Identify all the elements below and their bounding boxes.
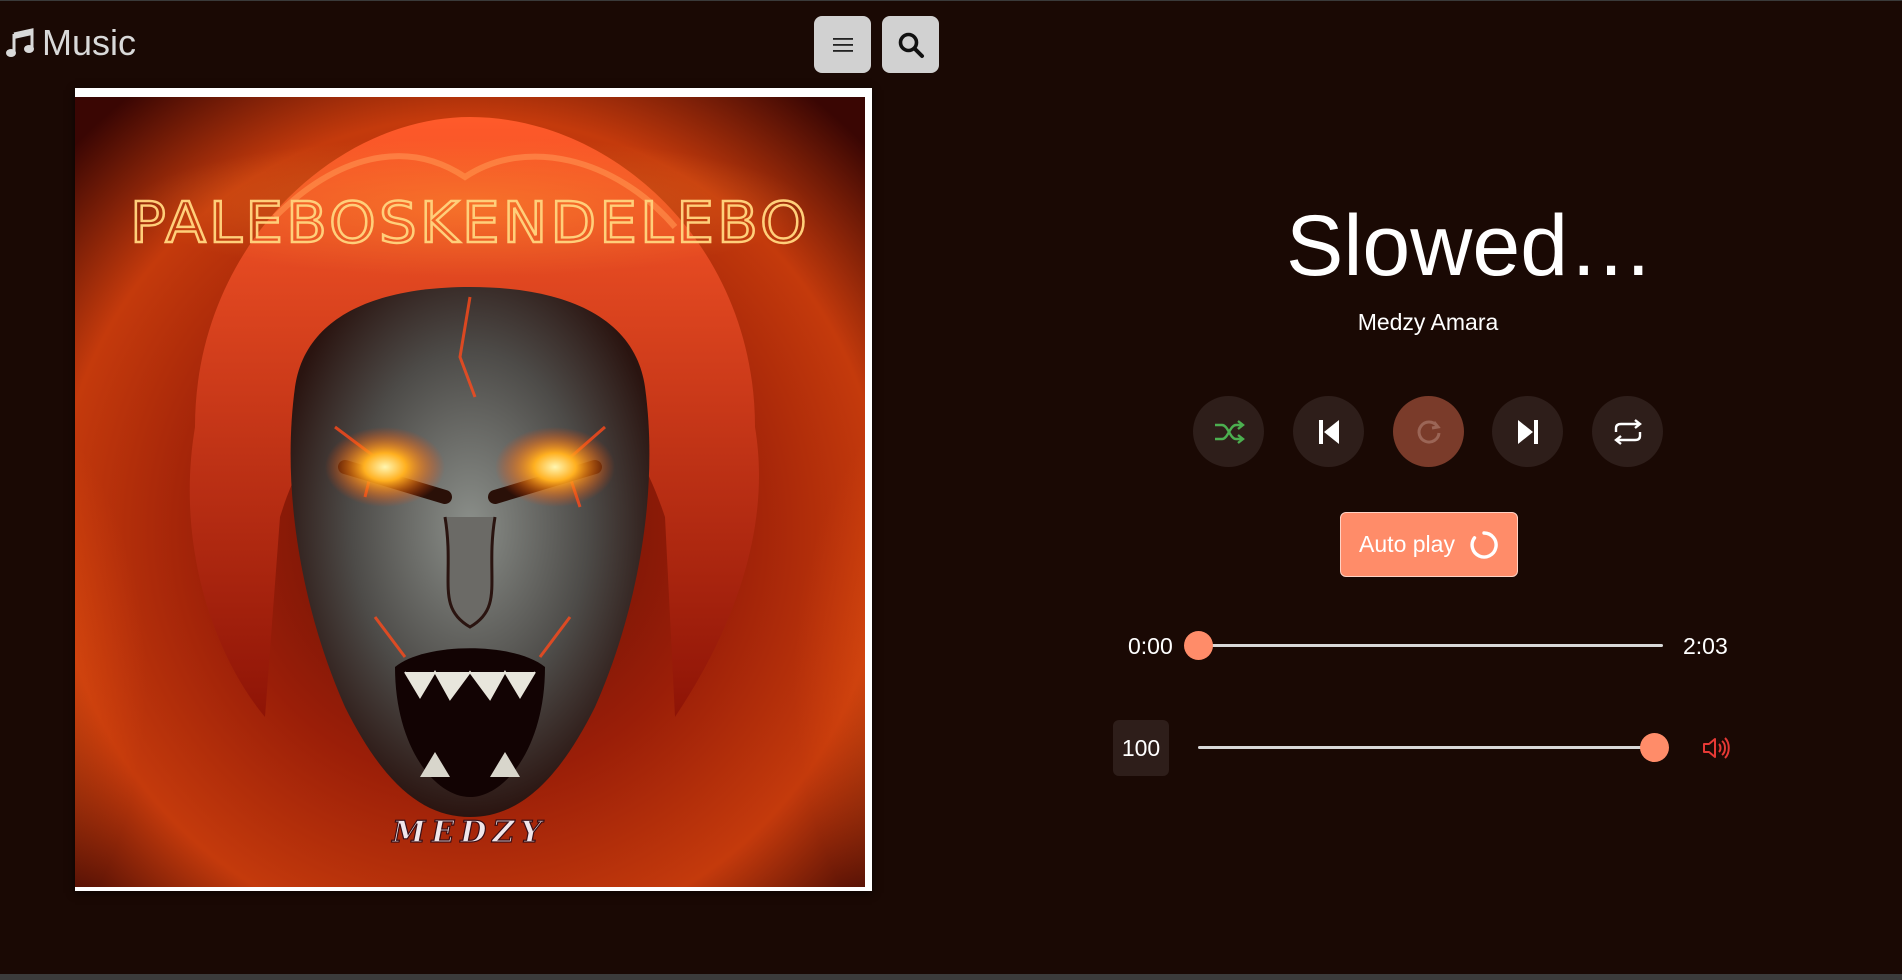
shuffle-button[interactable] [1193,396,1264,467]
previous-button[interactable] [1293,396,1364,467]
speaker-volume-icon[interactable] [1702,735,1730,761]
volume-slider-thumb[interactable] [1640,733,1669,762]
repeat-icon [1613,418,1642,445]
cover-brand-text: MEDZY [391,815,547,850]
play-button[interactable] [1393,396,1464,467]
next-button[interactable] [1492,396,1563,467]
volume-value: 100 [1113,720,1169,776]
loading-spinner-icon [1417,420,1441,444]
progress-slider-thumb[interactable] [1184,631,1213,660]
search-button[interactable] [882,16,939,73]
cover-title-text: PALEBOSKENDELEBO [130,191,810,256]
app-title: Music [42,22,137,63]
shuffle-icon [1214,419,1245,444]
music-note-icon [6,28,34,57]
song-title: Slowed… [1285,198,1655,294]
album-cover-image: PALEBOSKENDELEBO MEDZY [75,97,865,887]
duration-time: 2:03 [1683,633,1728,659]
circle-spinner-icon [1470,530,1498,559]
volume-track[interactable] [1198,746,1654,749]
progress-track[interactable] [1198,644,1663,647]
song-artist: Medzy Amara [1357,309,1499,335]
autoplay-label: Auto play [1359,531,1455,557]
repeat-button[interactable] [1592,396,1663,467]
menu-button[interactable] [814,16,871,73]
current-time: 0:00 [1128,633,1173,659]
hamburger-menu-icon [832,37,853,52]
app-brand: Music [6,23,136,63]
search-icon [898,32,924,58]
skip-next-icon [1517,419,1538,444]
autoplay-button[interactable]: Auto play [1340,512,1518,577]
skip-previous-icon [1318,419,1339,444]
album-cover: PALEBOSKENDELEBO MEDZY [75,88,872,891]
